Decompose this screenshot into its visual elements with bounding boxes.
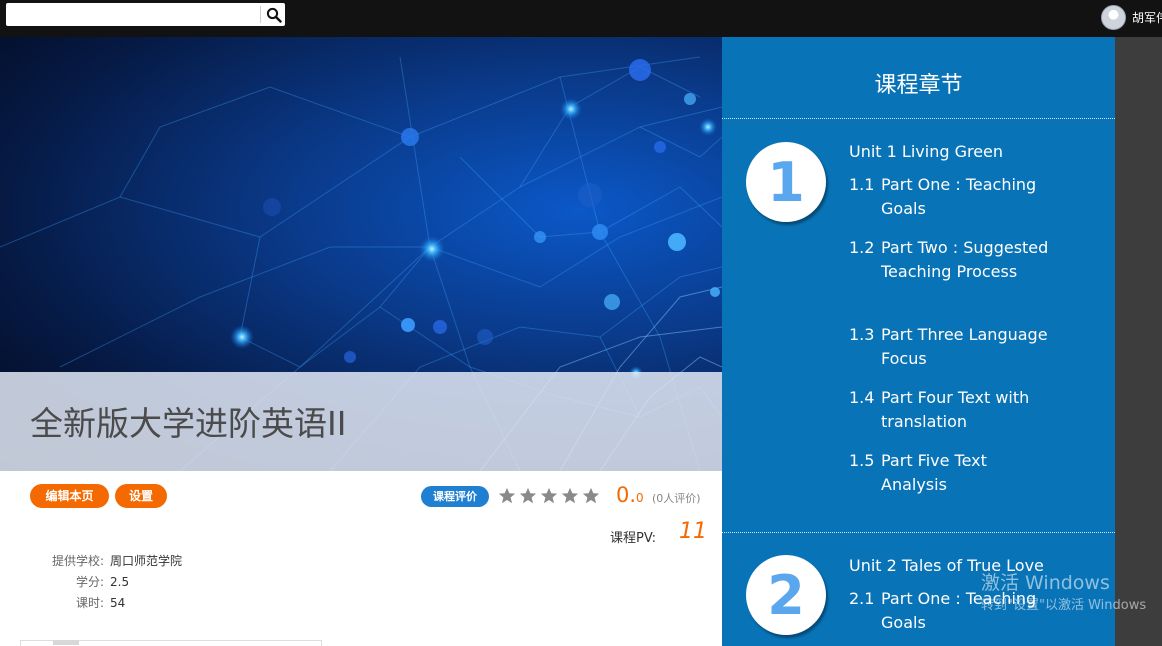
rating-score-decimal: 0 [636, 491, 644, 505]
school-value: 周口师范学院 [110, 554, 183, 568]
section-number: 1.2 [849, 238, 875, 257]
school-row: 提供学校: 周口师范学院 [40, 552, 182, 569]
star-icon[interactable] [540, 487, 558, 505]
course-title-band: 全新版大学进阶英语II [0, 372, 722, 471]
star-icon[interactable] [582, 487, 600, 505]
section-title[interactable]: Part One : Teaching Goals [881, 173, 1051, 221]
star-icon[interactable] [498, 487, 516, 505]
unit-title[interactable]: Unit 1 Living Green [849, 142, 1003, 161]
hours-value: 54 [110, 596, 126, 610]
chapter-panel-title: 课程章节 [874, 73, 963, 98]
course-banner: 全新版大学进阶英语II [0, 37, 722, 471]
section-title[interactable]: Part Four Text with translation [881, 386, 1051, 434]
section-number: 1.3 [849, 325, 875, 344]
hours-label: 课时: [75, 596, 104, 610]
divider [722, 532, 1115, 533]
section-title[interactable]: Part Three Language Focus [881, 323, 1051, 371]
chapter-panel: 课程章节 1 Unit 1 Living Green 1.1 Part One … [722, 37, 1115, 646]
rating-score-main: 0. [616, 483, 637, 507]
hours-row: 课时: 54 [40, 594, 125, 611]
content-tab-bar [20, 640, 322, 646]
unit-number-badge: 1 [746, 142, 826, 222]
rating-stars[interactable] [498, 487, 600, 505]
section-number: 2.1 [849, 589, 875, 608]
search-input[interactable] [10, 5, 256, 24]
course-info-panel: 编辑本页 设置 课程评价 0.0 (0人评价) 课程PV: 11 提供学校: 周口… [0, 471, 722, 646]
credit-row: 学分: 2.5 [40, 573, 129, 590]
right-gutter [1115, 37, 1162, 646]
search-box [6, 3, 285, 26]
edit-page-button[interactable]: 编辑本页 [30, 484, 109, 508]
school-label: 提供学校: [51, 554, 104, 568]
pv-value: 11 [679, 519, 707, 544]
search-button[interactable] [263, 3, 285, 26]
rating-score: 0.0 [616, 483, 644, 507]
course-title: 全新版大学进阶英语II [30, 404, 347, 443]
unit-number-badge: 2 [746, 555, 826, 635]
credit-value: 2.5 [110, 575, 130, 589]
divider [722, 118, 1115, 119]
section-number: 1.1 [849, 175, 875, 194]
search-icon [266, 7, 282, 23]
user-name[interactable]: 胡军伟 [1132, 9, 1162, 26]
star-icon[interactable] [561, 487, 579, 505]
settings-button[interactable]: 设置 [115, 484, 167, 508]
avatar[interactable] [1101, 4, 1126, 30]
top-bar: 胡军伟 [0, 0, 1162, 37]
star-icon[interactable] [519, 487, 537, 505]
rating-count: (0人评价) [652, 492, 701, 505]
content-tab[interactable] [53, 640, 79, 645]
pv-label: 课程PV: [610, 531, 657, 546]
credit-label: 学分: [75, 575, 104, 589]
section-title[interactable]: Part Two : Suggested Teaching Process [881, 236, 1051, 284]
windows-activation-watermark: 激活 Windows [981, 572, 1110, 594]
windows-activation-hint: 转到"设置"以激活 Windows [981, 598, 1147, 613]
section-title[interactable]: Part Five Text Analysis [881, 449, 1051, 497]
search-divider [260, 6, 261, 23]
section-number: 1.5 [849, 451, 875, 470]
user-menu[interactable]: 胡军伟 [1101, 4, 1162, 30]
rate-course-button[interactable]: 课程评价 [421, 486, 489, 507]
section-number: 1.4 [849, 388, 875, 407]
